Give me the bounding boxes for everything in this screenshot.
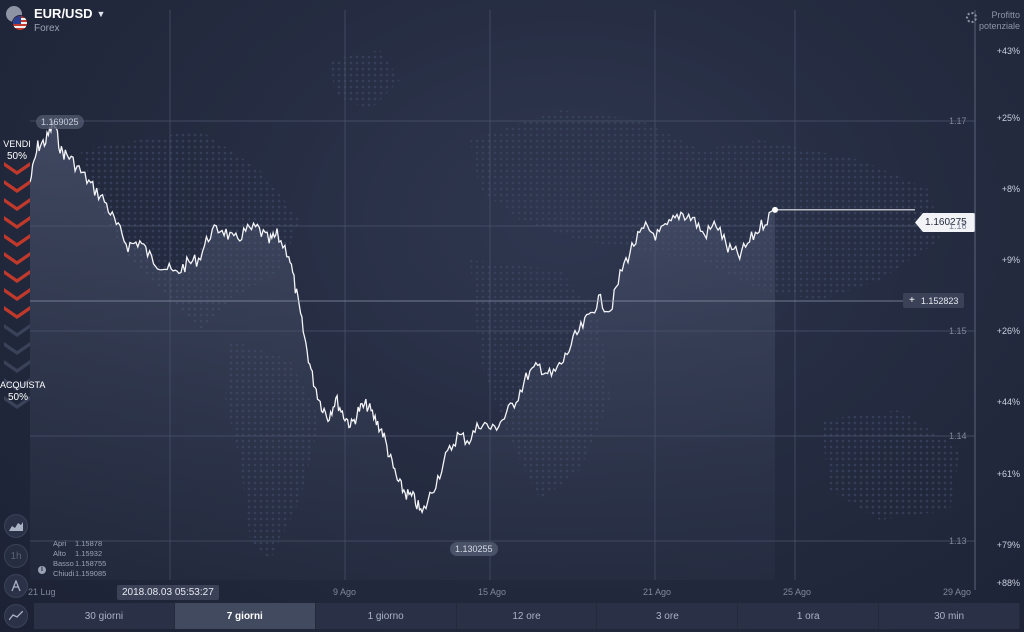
sell-chevron — [4, 180, 30, 193]
asset-header[interactable]: EUR/USD ▼ Forex — [6, 6, 105, 34]
ohlc-row: Chiudi1.159085 — [53, 569, 106, 579]
timeframe-button[interactable]: 7 giorni — [174, 603, 316, 629]
buy-label: ACQUISTA — [0, 380, 46, 390]
area-chart-icon[interactable] — [4, 514, 28, 538]
indicators-icon[interactable] — [4, 604, 28, 628]
y-axis-label: 1.14 — [949, 431, 967, 441]
profit-level-label: +61% — [996, 469, 1020, 479]
plus-icon[interactable]: + — [909, 295, 915, 306]
asset-selector[interactable]: EUR/USD ▼ — [34, 6, 105, 21]
sell-chevron — [4, 252, 30, 265]
buy-chevron — [4, 342, 30, 355]
buy-percent: 50% — [7, 392, 28, 403]
ohlc-value: 1.15878 — [75, 539, 103, 548]
profit-level-label: +26% — [996, 326, 1020, 336]
drawing-tool-icon[interactable] — [4, 574, 28, 598]
price-chart — [29, 10, 976, 590]
trading-chart-screen: EUR/USD ▼ Forex Profitto potenziale VEND… — [0, 0, 1024, 632]
profit-level-label: +43% — [996, 46, 1020, 56]
profit-level-label: +8% — [1001, 184, 1020, 194]
ohlc-value: 1.158755 — [75, 559, 107, 568]
buy-chevron — [4, 360, 30, 373]
timeframe-button[interactable]: 3 ore — [597, 603, 739, 629]
sell-percent: 50% — [6, 151, 27, 162]
sentiment-bar — [4, 162, 30, 414]
ohlc-row: Basso1.158755 — [53, 559, 106, 569]
sell-chevron — [4, 306, 30, 319]
timeframe-button[interactable]: 12 ore — [457, 603, 598, 629]
y-axis-label: 1.16 — [949, 221, 967, 231]
low-price-tag: 1.130255 — [450, 542, 498, 556]
timeframe-button[interactable]: 30 min — [879, 603, 1021, 629]
strike-price-tag[interactable]: + 1.152823 — [903, 293, 965, 308]
profit-level-label: +44% — [996, 397, 1020, 407]
sell-chevron — [4, 288, 30, 301]
profit-level-label: +25% — [996, 113, 1020, 123]
y-axis-label: 1.13 — [949, 536, 967, 546]
ohlc-panel: Apri 1.15878 Alto 1.15932 Basso1.158755 Chiud… — [53, 539, 106, 579]
strike-price-value: 1.152823 — [920, 295, 959, 306]
timeframe-bar: 30 giorni 7 giorni 1 giorno 12 ore 3 ore 1 or… — [34, 603, 1021, 629]
timestamp-label: 2018.08.03 05:53:27 — [117, 585, 219, 600]
ohlc-label: Apri — [53, 539, 67, 548]
ohlc-value: 1.159085 — [75, 569, 107, 578]
ohlc-label: Basso — [53, 559, 74, 568]
profit-header-line2: potenziale — [978, 21, 1020, 31]
currency-pair-icon — [6, 6, 28, 32]
asset-name-label: EUR/USD — [34, 6, 93, 21]
profit-level-label: +9% — [1001, 255, 1020, 265]
info-icon[interactable]: i — [38, 566, 46, 574]
profit-header: Profitto potenziale — [979, 10, 1020, 32]
interval-label: 1h — [10, 550, 22, 562]
timeframe-button[interactable]: 30 giorni — [34, 603, 175, 629]
profit-level-label: +79% — [996, 540, 1020, 550]
sell-chevron — [4, 198, 30, 211]
sell-chevron — [4, 234, 30, 247]
interval-button[interactable]: 1h — [4, 544, 28, 568]
high-price-tag: 1.169025 — [36, 115, 84, 129]
timeframe-button[interactable]: 1 giorno — [316, 603, 457, 629]
sell-chevron — [4, 162, 30, 175]
asset-type-label: Forex — [34, 23, 60, 34]
y-axis-label: 1.15 — [949, 326, 967, 336]
sell-label: VENDI — [3, 139, 31, 149]
ohlc-row: Alto 1.15932 — [53, 549, 106, 559]
y-axis-label: 1.17 — [949, 116, 967, 126]
buy-chevron — [4, 324, 30, 337]
ohlc-value: 1.15932 — [75, 549, 103, 558]
current-price-dot — [772, 206, 778, 213]
settings-icon[interactable] — [966, 12, 977, 23]
x-axis-label: 9 Ago — [333, 587, 357, 597]
buy-sentiment: ACQUISTA 50% — [0, 380, 46, 403]
sell-sentiment: VENDI 50% — [2, 139, 32, 162]
ohlc-label: Alto — [53, 549, 66, 558]
x-axis-label: 25 Ago — [783, 587, 812, 597]
sell-chevron — [4, 216, 30, 229]
sell-chevron — [4, 270, 30, 283]
x-axis-label: 29 Ago — [943, 587, 972, 597]
caret-down-icon: ▼ — [96, 8, 106, 19]
x-axis-label: 21 Lug — [28, 587, 56, 597]
timeframe-button[interactable]: 1 ora — [738, 603, 880, 629]
x-axis-label: 15 Ago — [478, 587, 507, 597]
x-axis-label: 21 Ago — [643, 587, 672, 597]
ohlc-row: Apri 1.15878 — [53, 539, 106, 549]
profit-header-line1: Profitto — [991, 10, 1020, 20]
ohlc-label: Chiudi — [53, 569, 75, 578]
profit-level-label: +88% — [996, 578, 1020, 588]
